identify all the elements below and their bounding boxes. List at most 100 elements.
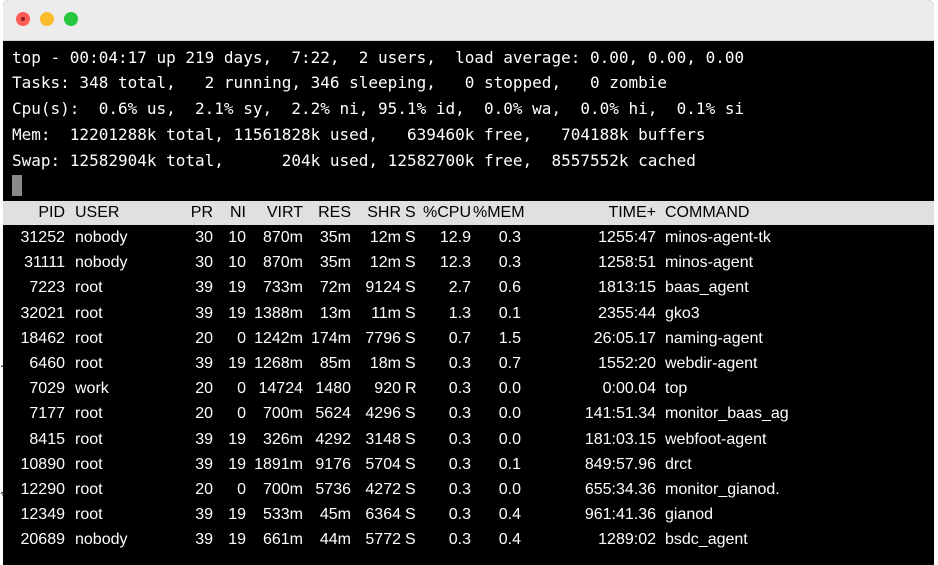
process-row: 6460 root 39 19 1268m 85m 18m S 0.3 0.7 1552:20 web… bbox=[3, 352, 934, 377]
cell-command: gianod bbox=[665, 506, 714, 524]
cell-pr: 20 bbox=[195, 481, 213, 498]
cell-cpu: 0.3 bbox=[448, 380, 471, 398]
cell-res: 4292 bbox=[315, 430, 351, 448]
cell-time: 2355:44 bbox=[598, 304, 656, 322]
cell-pr: 30 bbox=[195, 229, 213, 246]
cell-virt: 533m bbox=[262, 506, 303, 524]
cell-state: S bbox=[405, 229, 416, 246]
cell-command: monitor_gianod. bbox=[665, 481, 780, 498]
cell-pr: 20 bbox=[195, 380, 213, 398]
cell-mem: 0.3 bbox=[498, 229, 521, 246]
cell-time: 1813:15 bbox=[598, 279, 656, 297]
edge-glyph: . bbox=[0, 356, 4, 370]
cell-pid: 7029 bbox=[29, 380, 65, 398]
process-row: 12290 root 20 0 700m 5736 4272 S 0.3 0.0 655:34.36… bbox=[3, 478, 934, 503]
cell-user: root bbox=[75, 506, 103, 524]
cell-cpu: 0.3 bbox=[448, 405, 471, 423]
cell-command: naming-agent bbox=[665, 329, 763, 347]
cell-command: baas_agent bbox=[665, 279, 749, 297]
cell-res: 72m bbox=[319, 279, 351, 297]
cell-cpu: 0.7 bbox=[448, 329, 471, 347]
edge-glyph: 令 bbox=[0, 488, 13, 502]
terminal-window: top - 00:04:17 up 219 days, 7:22, 2 user… bbox=[3, 0, 934, 565]
cell-user: root bbox=[75, 304, 103, 322]
cell-cpu: 0.3 bbox=[448, 355, 471, 372]
cell-mem: 0.1 bbox=[498, 455, 521, 473]
cell-pid: 32021 bbox=[20, 304, 66, 322]
cell-shr: 12m bbox=[369, 229, 401, 246]
cell-res: 1480 bbox=[315, 380, 351, 398]
cell-cpu: 2.7 bbox=[448, 279, 471, 297]
minimize-button[interactable] bbox=[40, 12, 54, 26]
title-bar bbox=[3, 0, 934, 41]
cell-pid: 12349 bbox=[20, 506, 66, 524]
cell-state: S bbox=[405, 405, 416, 423]
cell-state: S bbox=[405, 329, 416, 347]
cell-mem: 1.5 bbox=[498, 329, 521, 347]
cell-state: S bbox=[405, 531, 416, 549]
cell-mem: 0.6 bbox=[498, 279, 521, 297]
cell-pr: 20 bbox=[195, 329, 213, 347]
cell-time: 655:34.36 bbox=[584, 481, 656, 498]
maximize-button[interactable] bbox=[64, 12, 78, 26]
cell-time: 1255:47 bbox=[598, 229, 656, 246]
cell-user: root bbox=[75, 329, 103, 347]
cell-virt: 1388m bbox=[254, 304, 303, 322]
cell-state: S bbox=[405, 481, 416, 498]
cell-ni: 0 bbox=[237, 329, 246, 347]
cell-pr: 39 bbox=[195, 531, 213, 549]
cell-pid: 7223 bbox=[29, 279, 65, 297]
cell-ni: 19 bbox=[228, 506, 246, 524]
cell-mem: 0.3 bbox=[498, 254, 521, 272]
cell-user: root bbox=[75, 279, 103, 297]
cell-virt: 14724 bbox=[258, 380, 304, 398]
cell-cpu: 0.3 bbox=[448, 430, 471, 448]
cell-pr: 39 bbox=[195, 506, 213, 524]
cell-res: 5736 bbox=[315, 481, 351, 498]
col-cpu: %CPU bbox=[422, 204, 471, 221]
cell-user: nobody bbox=[75, 229, 128, 246]
cell-pid: 18462 bbox=[20, 329, 66, 347]
cell-shr: 4296 bbox=[365, 405, 401, 423]
col-pr: PR bbox=[190, 204, 213, 221]
cell-res: 35m bbox=[319, 254, 351, 272]
process-row: 31252 nobody 30 10 870m 35m 12m S 12.9 0.3 1255:47… bbox=[3, 226, 934, 251]
cell-shr: 4272 bbox=[365, 481, 401, 498]
cell-mem: 0.0 bbox=[498, 380, 521, 398]
cell-ni: 19 bbox=[228, 430, 246, 448]
cell-state: S bbox=[405, 279, 416, 297]
cell-shr: 6364 bbox=[365, 506, 401, 524]
process-row: 32021 root 39 19 1388m 13m 11m S 1.3 0.1 2355:44 gk… bbox=[3, 302, 934, 327]
col-time: TIME+ bbox=[608, 204, 656, 221]
cell-ni: 19 bbox=[228, 531, 246, 549]
cell-pid: 20689 bbox=[20, 531, 66, 549]
cell-mem: 0.0 bbox=[498, 405, 521, 423]
uptime-line: top - 00:04:17 up 219 days, 7:22, 2 user… bbox=[12, 48, 745, 67]
cell-command: webdir-agent bbox=[665, 355, 758, 372]
cell-virt: 870m bbox=[262, 229, 303, 246]
cell-command: webfoot-agent bbox=[665, 430, 767, 448]
cell-res: 85m bbox=[319, 355, 351, 372]
close-button[interactable] bbox=[16, 12, 30, 26]
cell-virt: 1268m bbox=[254, 355, 303, 372]
cell-mem: 0.4 bbox=[498, 531, 521, 549]
cell-ni: 10 bbox=[228, 229, 246, 246]
cell-cpu: 0.3 bbox=[448, 455, 471, 473]
col-virt: VIRT bbox=[266, 204, 303, 221]
cell-time: 961:41.36 bbox=[584, 506, 656, 524]
terminal-output[interactable]: top - 00:04:17 up 219 days, 7:22, 2 user… bbox=[3, 41, 934, 565]
cell-virt: 326m bbox=[262, 430, 303, 448]
cell-user: nobody bbox=[75, 254, 128, 272]
process-table-header: PID USER PR NI VIRT RES SHR S %CPU %MEM … bbox=[3, 201, 934, 225]
cell-ni: 19 bbox=[228, 455, 246, 473]
cell-virt: 700m bbox=[262, 405, 303, 423]
cell-state: S bbox=[405, 254, 416, 272]
cell-pr: 39 bbox=[195, 279, 213, 297]
cell-time: 0:00.04 bbox=[602, 380, 656, 398]
cell-cpu: 0.3 bbox=[448, 531, 471, 549]
cell-pr: 39 bbox=[195, 355, 213, 372]
cell-virt: 870m bbox=[262, 254, 303, 272]
swap-line: Swap: 12582904k total, 204k used, 125827… bbox=[12, 151, 696, 170]
col-ni: NI bbox=[230, 204, 246, 221]
cell-ni: 19 bbox=[228, 355, 246, 372]
